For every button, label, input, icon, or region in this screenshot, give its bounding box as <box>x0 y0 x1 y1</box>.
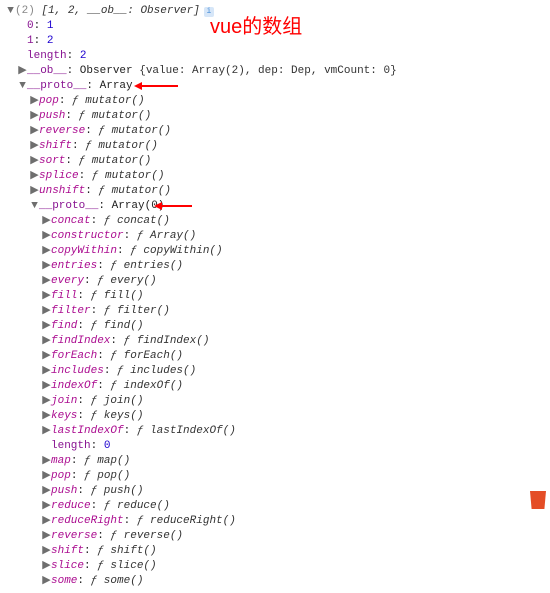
toggle-icon[interactable]: ▶ <box>30 94 39 109</box>
proto1-method-reverse[interactable]: ▶reverse: ƒ mutator() <box>4 124 546 139</box>
proto2-method-keys[interactable]: ▶keys: ƒ keys() <box>4 409 546 424</box>
toggle-icon[interactable]: ▶ <box>42 334 51 349</box>
proto2-method-includes[interactable]: ▶includes: ƒ includes() <box>4 364 546 379</box>
toggle-icon[interactable]: ▶ <box>30 154 39 169</box>
proto2-method-lastIndexOf[interactable]: ▶lastIndexOf: ƒ lastIndexOf() <box>4 424 546 439</box>
proto1-method-unshift[interactable]: ▶unshift: ƒ mutator() <box>4 184 546 199</box>
toggle-icon[interactable]: ▶ <box>30 139 39 154</box>
proto2-method-map[interactable]: ▶map: ƒ map() <box>4 454 546 469</box>
toggle-icon[interactable]: ▶ <box>30 184 39 199</box>
proto2-method-slice[interactable]: ▶slice: ƒ slice() <box>4 559 546 574</box>
proto2-method-copyWithin[interactable]: ▶copyWithin: ƒ copyWithin() <box>4 244 546 259</box>
toggle-icon[interactable]: ▶ <box>42 484 51 499</box>
proto2-method-forEach[interactable]: ▶forEach: ƒ forEach() <box>4 349 546 364</box>
proto2-length: length: 0 <box>4 439 546 454</box>
html5-icon <box>530 491 546 509</box>
proto1-method-pop[interactable]: ▶pop: ƒ mutator() <box>4 94 546 109</box>
proto2-method-find[interactable]: ▶find: ƒ find() <box>4 319 546 334</box>
idx-0: 0: 1 <box>4 19 546 34</box>
proto2-method-push[interactable]: ▶push: ƒ push() <box>4 484 546 499</box>
toggle-icon[interactable]: ▶ <box>42 229 51 244</box>
toggle-icon[interactable]: ▶ <box>42 259 51 274</box>
toggle-icon[interactable]: ▶ <box>42 349 51 364</box>
toggle-icon[interactable]: ▶ <box>42 379 51 394</box>
proto2-method-shift[interactable]: ▶shift: ƒ shift() <box>4 544 546 559</box>
proto2-method-some[interactable]: ▶some: ƒ some() <box>4 574 546 589</box>
toggle-icon[interactable]: ▶ <box>42 319 51 334</box>
toggle-icon[interactable]: ▶ <box>18 64 27 79</box>
proto2-method-findIndex[interactable]: ▶findIndex: ƒ findIndex() <box>4 334 546 349</box>
toggle-icon[interactable]: ▶ <box>42 244 51 259</box>
proto2-method-indexOf[interactable]: ▶indexOf: ƒ indexOf() <box>4 379 546 394</box>
length-row: length: 2 <box>4 49 546 64</box>
proto2-method-reverse[interactable]: ▶reverse: ƒ reverse() <box>4 529 546 544</box>
proto1-method-shift[interactable]: ▶shift: ƒ mutator() <box>4 139 546 154</box>
proto2-method-entries[interactable]: ▶entries: ƒ entries() <box>4 259 546 274</box>
toggle-icon[interactable]: ▶ <box>42 499 51 514</box>
proto1-method-sort[interactable]: ▶sort: ƒ mutator() <box>4 154 546 169</box>
toggle-icon[interactable]: ▶ <box>30 109 39 124</box>
toggle-icon[interactable]: ▶ <box>42 304 51 319</box>
proto2-method-join[interactable]: ▶join: ƒ join() <box>4 394 546 409</box>
toggle-icon[interactable]: ▶ <box>42 274 51 289</box>
toggle-icon[interactable]: ▶ <box>42 529 51 544</box>
toggle-icon[interactable]: ▶ <box>42 544 51 559</box>
root-row[interactable]: ▼(2) [1, 2, __ob__: Observer]i <box>4 4 546 19</box>
idx-1: 1: 2 <box>4 34 546 49</box>
toggle-icon[interactable]: ▶ <box>42 394 51 409</box>
object-tree: ▼(2) [1, 2, __ob__: Observer]i0: 11: 2le… <box>4 4 546 589</box>
proto2-method-constructor[interactable]: ▶constructor: ƒ Array() <box>4 229 546 244</box>
proto2-method-pop[interactable]: ▶pop: ƒ pop() <box>4 469 546 484</box>
toggle-icon[interactable]: ▶ <box>42 469 51 484</box>
toggle-icon[interactable]: ▶ <box>42 454 51 469</box>
toggle-icon[interactable]: ▶ <box>42 214 51 229</box>
proto2-method-filter[interactable]: ▶filter: ƒ filter() <box>4 304 546 319</box>
proto1-method-splice[interactable]: ▶splice: ƒ mutator() <box>4 169 546 184</box>
proto2-method-fill[interactable]: ▶fill: ƒ fill() <box>4 289 546 304</box>
toggle-icon[interactable]: ▶ <box>42 514 51 529</box>
proto2-method-reduceRight[interactable]: ▶reduceRight: ƒ reduceRight() <box>4 514 546 529</box>
toggle-icon[interactable]: ▶ <box>42 364 51 379</box>
toggle-icon[interactable]: ▼ <box>6 4 15 19</box>
proto2-method-every[interactable]: ▶every: ƒ every() <box>4 274 546 289</box>
proto1-row[interactable]: ▼__proto__: Array <box>4 79 546 94</box>
toggle-icon[interactable]: ▼ <box>30 199 39 214</box>
toggle-icon[interactable]: ▶ <box>30 124 39 139</box>
toggle-icon[interactable]: ▶ <box>42 424 51 439</box>
toggle-icon[interactable]: ▶ <box>42 574 51 589</box>
ob-row[interactable]: ▶__ob__: Observer {value: Array(2), dep:… <box>4 64 546 79</box>
proto2-method-concat[interactable]: ▶concat: ƒ concat() <box>4 214 546 229</box>
proto2-method-reduce[interactable]: ▶reduce: ƒ reduce() <box>4 499 546 514</box>
toggle-icon[interactable]: ▶ <box>42 559 51 574</box>
proto1-method-push[interactable]: ▶push: ƒ mutator() <box>4 109 546 124</box>
toggle-icon[interactable]: ▶ <box>42 289 51 304</box>
toggle-icon[interactable]: ▶ <box>42 409 51 424</box>
toggle-icon[interactable]: ▶ <box>30 169 39 184</box>
toggle-icon[interactable]: ▼ <box>18 79 27 94</box>
info-icon[interactable]: i <box>204 7 214 17</box>
proto2-row[interactable]: ▼__proto__: Array(0) <box>4 199 546 214</box>
